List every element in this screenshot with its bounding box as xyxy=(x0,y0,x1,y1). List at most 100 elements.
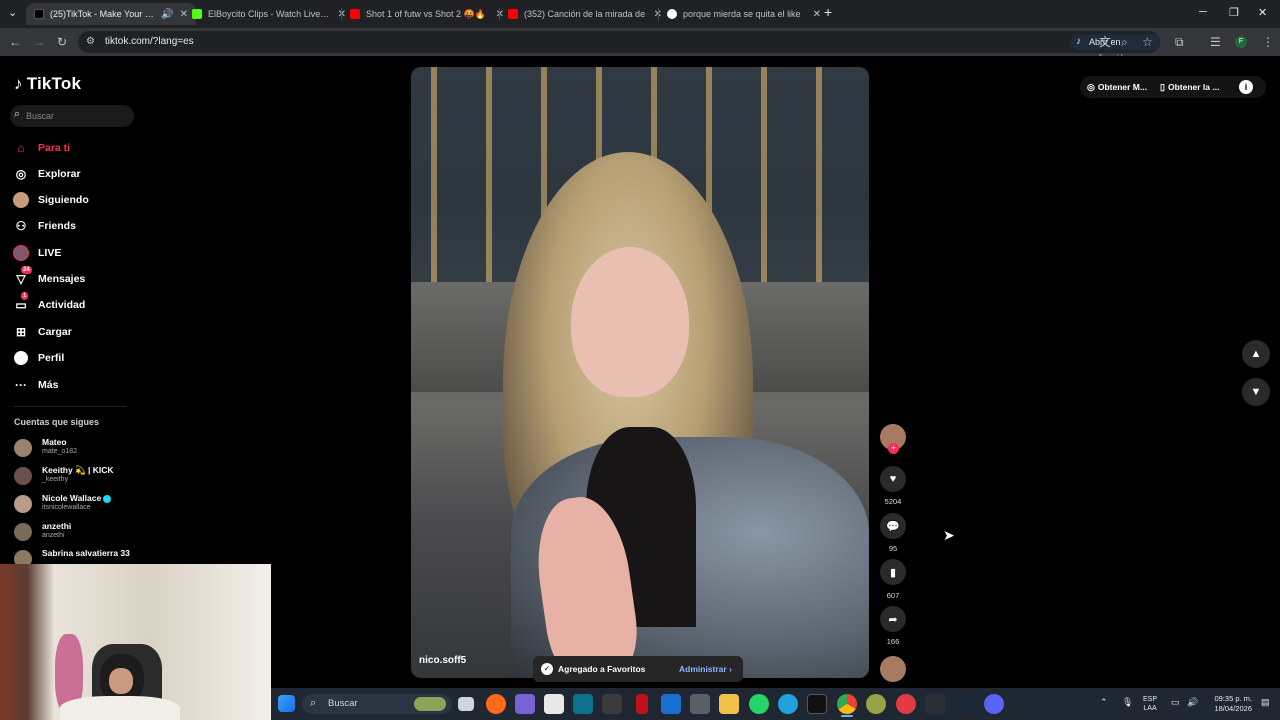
outlook-icon[interactable] xyxy=(661,694,681,714)
extensions-icon[interactable]: ⧉ xyxy=(1175,35,1184,49)
nav-label: Explorar xyxy=(38,168,81,180)
account-avatar xyxy=(14,467,32,485)
get-app-button[interactable]: ▯ Obtener la ... xyxy=(1160,77,1219,97)
get-coins-label: Obtener M... xyxy=(1097,82,1147,92)
following-account-item[interactable]: Nicole Wallace itsnicolewallace xyxy=(14,493,134,519)
tiktok-logo[interactable]: ♪ TikTok xyxy=(14,74,81,94)
restore-icon[interactable]: ❐ xyxy=(1229,6,1239,19)
app-pen-icon[interactable] xyxy=(602,694,622,714)
following-account-item[interactable]: anzethi anzethi xyxy=(14,521,134,547)
next-video-button[interactable]: ▼ xyxy=(1242,378,1270,406)
discord-icon[interactable] xyxy=(984,694,1004,714)
nav-label: Mensajes xyxy=(38,273,86,285)
app-arrow-icon[interactable] xyxy=(925,694,945,714)
app-red-icon[interactable] xyxy=(636,694,648,714)
bookmark-star-icon[interactable]: ☆ xyxy=(1142,35,1153,49)
active-app-indicator xyxy=(841,715,853,717)
chrome-icon[interactable] xyxy=(837,694,857,714)
tab-tiktok[interactable]: (25)TikTok - Make Your Day 🔊 ✕ xyxy=(26,3,196,25)
minimize-icon[interactable]: ─ xyxy=(1199,6,1207,18)
tab-google-search[interactable]: porque mierda se quita el like ✕ xyxy=(659,3,829,25)
following-account-item[interactable]: Sabrina salvatierra 33 xyxy=(14,548,134,564)
steam-icon[interactable] xyxy=(954,694,974,714)
nav-item-live[interactable]: LIVE xyxy=(12,243,132,263)
taskbar-search-box[interactable]: ⌕ Buscar xyxy=(302,694,452,714)
site-info-icon[interactable]: ⚙ xyxy=(86,35,95,49)
upload-icon: ⊞ xyxy=(15,325,27,339)
tiktok-app-icon[interactable] xyxy=(807,694,827,714)
menu-kebab-icon[interactable]: ⋮ xyxy=(1262,35,1274,49)
language-indicator[interactable]: ESP LAA xyxy=(1143,695,1157,713)
language-layout: LAA xyxy=(1143,705,1157,712)
tab-youtube-shot[interactable]: Shot 1 of futw vs Shot 2 🤬🔥 ✕ xyxy=(342,3,512,25)
account-avatar xyxy=(14,439,32,457)
nav-item-actividad[interactable]: ▭ 1 Actividad xyxy=(12,292,132,315)
task-view-icon[interactable] xyxy=(458,697,474,711)
translate-icon[interactable]: 文 xyxy=(1099,35,1111,49)
following-account-item[interactable]: Keeithy 💫 | KICK _keeithy xyxy=(14,465,134,491)
close-tab-icon[interactable]: ✕ xyxy=(813,9,821,20)
logo-text: TikTok xyxy=(26,74,82,93)
nav-item-friends[interactable]: ⚇ Friends xyxy=(12,216,132,236)
address-bar[interactable]: ⚙ tiktok.com/?lang=es ♪ Abrir en aplicac… xyxy=(78,31,1160,63)
home-icon: ⌂ xyxy=(17,141,25,155)
nav-item-para-ti[interactable]: ⌂ Para ti xyxy=(12,138,132,158)
toast-manage-link[interactable]: Administrar › xyxy=(679,664,732,674)
forward-icon[interactable]: → xyxy=(33,35,45,49)
nav-item-mas[interactable]: ··· Más xyxy=(12,375,132,395)
url-text[interactable]: tiktok.com/?lang=es xyxy=(105,36,194,47)
like-button[interactable]: ♥ xyxy=(880,466,906,492)
app-game-icon[interactable] xyxy=(866,694,886,714)
profile-avatar-icon[interactable]: F xyxy=(1235,36,1247,48)
system-clock[interactable]: 09:35 p. m. 18/04/2026 xyxy=(1208,694,1252,714)
back-icon[interactable]: ← xyxy=(9,35,21,49)
profile-icon xyxy=(12,349,30,367)
search-input[interactable]: ⌕ Buscar xyxy=(10,105,134,127)
get-coins-button[interactable]: ◎ Obtener M... xyxy=(1087,77,1147,97)
reload-icon[interactable]: ↻ xyxy=(57,35,67,49)
nav-item-mensajes[interactable]: ▽ 24 Mensajes xyxy=(12,266,132,289)
store-icon[interactable] xyxy=(544,694,564,714)
whatsapp-icon[interactable] xyxy=(749,694,769,714)
tab-kick[interactable]: ElBoycito Clips - Watch Live on ✕ xyxy=(184,3,354,25)
reading-list-icon[interactable]: ☰ xyxy=(1210,35,1221,49)
firefox-icon[interactable] xyxy=(486,694,506,714)
nav-item-cargar[interactable]: ⊞ Cargar xyxy=(12,322,132,342)
following-account-item[interactable]: Mateo mate_o182 xyxy=(14,437,134,463)
video-player[interactable]: nico.soff5 xyxy=(411,67,869,678)
comment-icon: 💬 xyxy=(886,520,900,533)
compass-icon: ◎ xyxy=(15,167,27,181)
nav-label: Más xyxy=(38,379,59,391)
teams-icon[interactable] xyxy=(515,694,535,714)
edge-icon[interactable] xyxy=(778,694,798,714)
app-record-icon[interactable] xyxy=(896,694,916,714)
tab-search-icon[interactable]: ⌄ xyxy=(8,6,17,19)
previous-video-button[interactable]: ▲ xyxy=(1242,340,1270,368)
share-button[interactable]: ➦ xyxy=(880,606,906,632)
comment-button[interactable]: 💬 xyxy=(880,513,906,539)
close-window-icon[interactable]: ✕ xyxy=(1258,6,1267,19)
network-icon[interactable]: ▭ xyxy=(1171,697,1180,708)
file-explorer-icon[interactable] xyxy=(719,694,739,714)
info-icon[interactable]: i xyxy=(1239,80,1253,94)
app-box-icon[interactable] xyxy=(690,694,710,714)
clock-time: 09:35 p. m. xyxy=(1214,694,1252,703)
speaker-icon[interactable]: 🔊 xyxy=(161,9,173,20)
nav-item-explorar[interactable]: ◎ Explorar xyxy=(12,164,132,184)
tab-youtube-cancion[interactable]: (352) Canción de la mirada de ✕ xyxy=(500,3,670,25)
zoom-icon[interactable]: ⌕ xyxy=(1121,35,1128,49)
new-tab-icon[interactable]: + xyxy=(824,4,832,20)
tray-overflow-icon[interactable]: ⌃ xyxy=(1100,697,1108,708)
follow-plus-icon[interactable]: + xyxy=(888,443,899,454)
sound-disc-avatar[interactable] xyxy=(880,656,906,682)
nav-item-siguiendo[interactable]: Siguiendo xyxy=(12,190,132,210)
windows-start-icon[interactable] xyxy=(278,695,295,712)
nav-item-perfil[interactable]: Perfil xyxy=(12,348,132,368)
video-author-username[interactable]: nico.soff5 xyxy=(419,655,466,666)
app-chart-icon[interactable] xyxy=(573,694,593,714)
microphone-icon[interactable]: 🎙 xyxy=(1122,697,1133,708)
mouse-cursor-icon: ➤ xyxy=(943,527,955,543)
save-button[interactable]: ▮ xyxy=(880,559,906,585)
volume-icon[interactable]: 🔊 xyxy=(1187,697,1198,708)
notifications-icon[interactable]: ▤ xyxy=(1261,697,1270,708)
